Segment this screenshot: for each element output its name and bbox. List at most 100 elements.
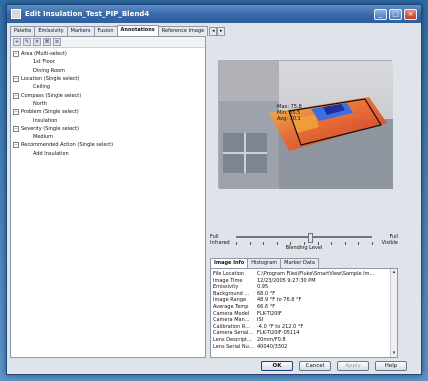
maximize-button[interactable]: □ xyxy=(389,8,402,20)
tree-item-label: Location (Single select) xyxy=(21,76,80,83)
info-value: 12/23/2005 9:27:30 PM xyxy=(257,277,316,284)
tab-image-info[interactable]: Image Info xyxy=(210,258,249,268)
info-value: C:\Program Files\Fluke\SmartView\Sample … xyxy=(257,271,375,277)
info-value: FLK-Ti20IF xyxy=(257,310,282,317)
edit-dialog-window: Edit Insulation_Test_PIP_Blend4 _ □ × Pa… xyxy=(6,4,422,375)
collapse-icon[interactable]: − xyxy=(13,125,19,132)
apply-button[interactable]: Apply xyxy=(337,361,369,371)
tree-category[interactable]: − Problem (Single select) xyxy=(13,108,203,116)
info-key: Camera Model xyxy=(213,310,250,317)
info-key: Image Range xyxy=(213,297,247,304)
tree-item-label: Recommended Action (Single select) xyxy=(21,142,114,149)
info-value: 20mm/F0.8 xyxy=(257,336,286,343)
left-panel: Palette Emissivity Markers Fusion Annotation… xyxy=(10,25,226,358)
tree-item-label: North xyxy=(33,100,47,107)
tree-item-label: Problem (Single select) xyxy=(21,109,79,116)
info-row: Camera Serial... FLK-Ti20IF-05114 xyxy=(213,330,395,337)
toolbar-button-4[interactable]: ⌘ xyxy=(43,38,51,46)
info-value: 48.9 °F to 76.8 °F xyxy=(257,297,302,304)
tab-histogram[interactable]: Histogram xyxy=(247,258,282,268)
cancel-button[interactable]: Cancel xyxy=(299,361,331,371)
toolbar-button-3[interactable]: ✕ xyxy=(33,38,41,46)
tree-item-label: Dining Room xyxy=(33,67,65,74)
tree-item-label: Medium xyxy=(33,134,53,141)
overlay-avg-text: Avg: 70.1 xyxy=(277,116,301,122)
tab-marker-data[interactable]: Marker Data xyxy=(280,258,319,268)
info-row: Image Range 48.9 °F to 76.8 °F xyxy=(213,297,395,304)
thermal-image-view[interactable]: Max: 75.8 Min: 65.5 Avg: 70.1 xyxy=(218,60,393,189)
toolbar-button-2[interactable]: ✎ xyxy=(23,38,31,46)
info-value: FLK-Ti20IF-05114 xyxy=(257,330,300,337)
scroll-down-icon[interactable]: ▾ xyxy=(391,350,397,357)
blend-slider-track[interactable] xyxy=(236,233,372,243)
ok-button[interactable]: OK xyxy=(261,361,293,371)
info-key: Camera Man... xyxy=(213,317,250,324)
tree-category[interactable]: − Area (Multi-select) xyxy=(13,50,203,58)
tab-annotations[interactable]: Annotations xyxy=(116,25,159,36)
annotation-tree: − Area (Multi-select) 1st Floor Dining Room… xyxy=(11,48,205,160)
tree-item-label: Insulation xyxy=(33,117,58,124)
annotations-panel: + ✎ ✕ ⌘ ≡ − Area (Multi-select) 1st Floor Dinin… xyxy=(10,36,206,358)
tree-item[interactable]: Insulation xyxy=(13,116,203,124)
collapse-icon[interactable]: − xyxy=(13,51,19,58)
info-row: Camera Man... ISI xyxy=(213,317,395,324)
tree-item-label: Severity (Single select) xyxy=(21,125,79,132)
collapse-icon[interactable]: − xyxy=(13,142,19,149)
tab-palette[interactable]: Palette xyxy=(10,26,36,36)
tree-item[interactable]: Ceiling xyxy=(13,83,203,91)
info-value: -4.0 °F to 212.0 °F xyxy=(257,323,304,330)
info-key: Lens Serial Nu... xyxy=(213,343,254,350)
info-key: Average Temp xyxy=(213,303,249,310)
tree-item[interactable]: North xyxy=(13,100,203,108)
tree-category[interactable]: − Recommended Action (Single select) xyxy=(13,141,203,149)
collapse-icon[interactable]: − xyxy=(13,76,19,83)
tree-item-label: Add Insulation xyxy=(33,150,69,157)
tree-item-label: Compass (Single select) xyxy=(21,92,82,99)
tab-emissivity[interactable]: Emissivity xyxy=(34,26,68,36)
close-button[interactable]: × xyxy=(404,8,417,20)
title-bar[interactable]: Edit Insulation_Test_PIP_Blend4 _ □ × xyxy=(7,5,421,23)
info-row: Background ... 68.0 °F xyxy=(213,291,395,298)
app-icon xyxy=(11,9,21,19)
image-info-panel: File Location C:\Program Files\Fluke\Smar… xyxy=(210,268,398,358)
image-info-list: File Location C:\Program Files\Fluke\Smar… xyxy=(213,271,395,350)
help-button[interactable]: Help xyxy=(375,361,407,371)
tree-item-label: 1st Floor xyxy=(33,59,55,66)
toolbar-button-5[interactable]: ≡ xyxy=(53,38,61,46)
tree-item[interactable]: 1st Floor xyxy=(13,58,203,66)
tree-item-label: Ceiling xyxy=(33,84,51,91)
tree-category[interactable]: − Compass (Single select) xyxy=(13,91,203,99)
minimize-button[interactable]: _ xyxy=(374,8,387,20)
scroll-up-icon[interactable]: ▴ xyxy=(391,269,397,276)
info-row: Image Time 12/23/2005 9:27:30 PM xyxy=(213,278,395,285)
tree-item[interactable]: Add Insulation xyxy=(13,150,203,158)
tree-item-label: Area (Multi-select) xyxy=(21,51,67,58)
info-key: Emissivity xyxy=(213,284,239,291)
info-row: Camera Model FLK-Ti20IF xyxy=(213,311,395,318)
info-row: Average Temp 66.6 °F xyxy=(213,304,395,311)
collapse-icon[interactable]: − xyxy=(13,92,19,99)
info-key: Image Time xyxy=(213,277,243,284)
tab-reference-image[interactable]: Reference Image xyxy=(157,26,209,36)
tree-item[interactable]: Dining Room xyxy=(13,67,203,75)
dialog-client-area: Palette Emissivity Markers Fusion Annotation… xyxy=(10,25,418,358)
toolbar-button-1[interactable]: + xyxy=(13,38,21,46)
right-panel: Max: 75.8 Min: 65.5 Avg: 70.1 Full Infra… xyxy=(210,25,418,358)
tree-category[interactable]: − Location (Single select) xyxy=(13,75,203,83)
collapse-icon[interactable]: − xyxy=(13,109,19,116)
info-row: Lens Descript... 20mm/F0.8 xyxy=(213,337,395,344)
info-value: 66.6 °F xyxy=(257,303,276,310)
info-key: Calibration R... xyxy=(213,323,250,330)
tab-markers[interactable]: Markers xyxy=(66,26,95,36)
tab-strip: Palette Emissivity Markers Fusion Annotation… xyxy=(10,25,226,36)
info-value: 40040/3302 xyxy=(257,343,288,350)
info-scrollbar[interactable]: ▴ ▾ xyxy=(390,269,397,357)
tree-category[interactable]: − Severity (Single select) xyxy=(13,125,203,133)
tab-fusion[interactable]: Fusion xyxy=(93,26,118,36)
annotation-toolbar: + ✎ ✕ ⌘ ≡ xyxy=(11,37,205,48)
window-title: Edit Insulation_Test_PIP_Blend4 xyxy=(25,10,150,18)
info-key: File Location xyxy=(213,271,245,277)
tree-item[interactable]: Medium xyxy=(13,133,203,141)
dialog-button-bar: OK Cancel Apply Help xyxy=(7,358,421,374)
info-key: Lens Descript... xyxy=(213,336,252,343)
